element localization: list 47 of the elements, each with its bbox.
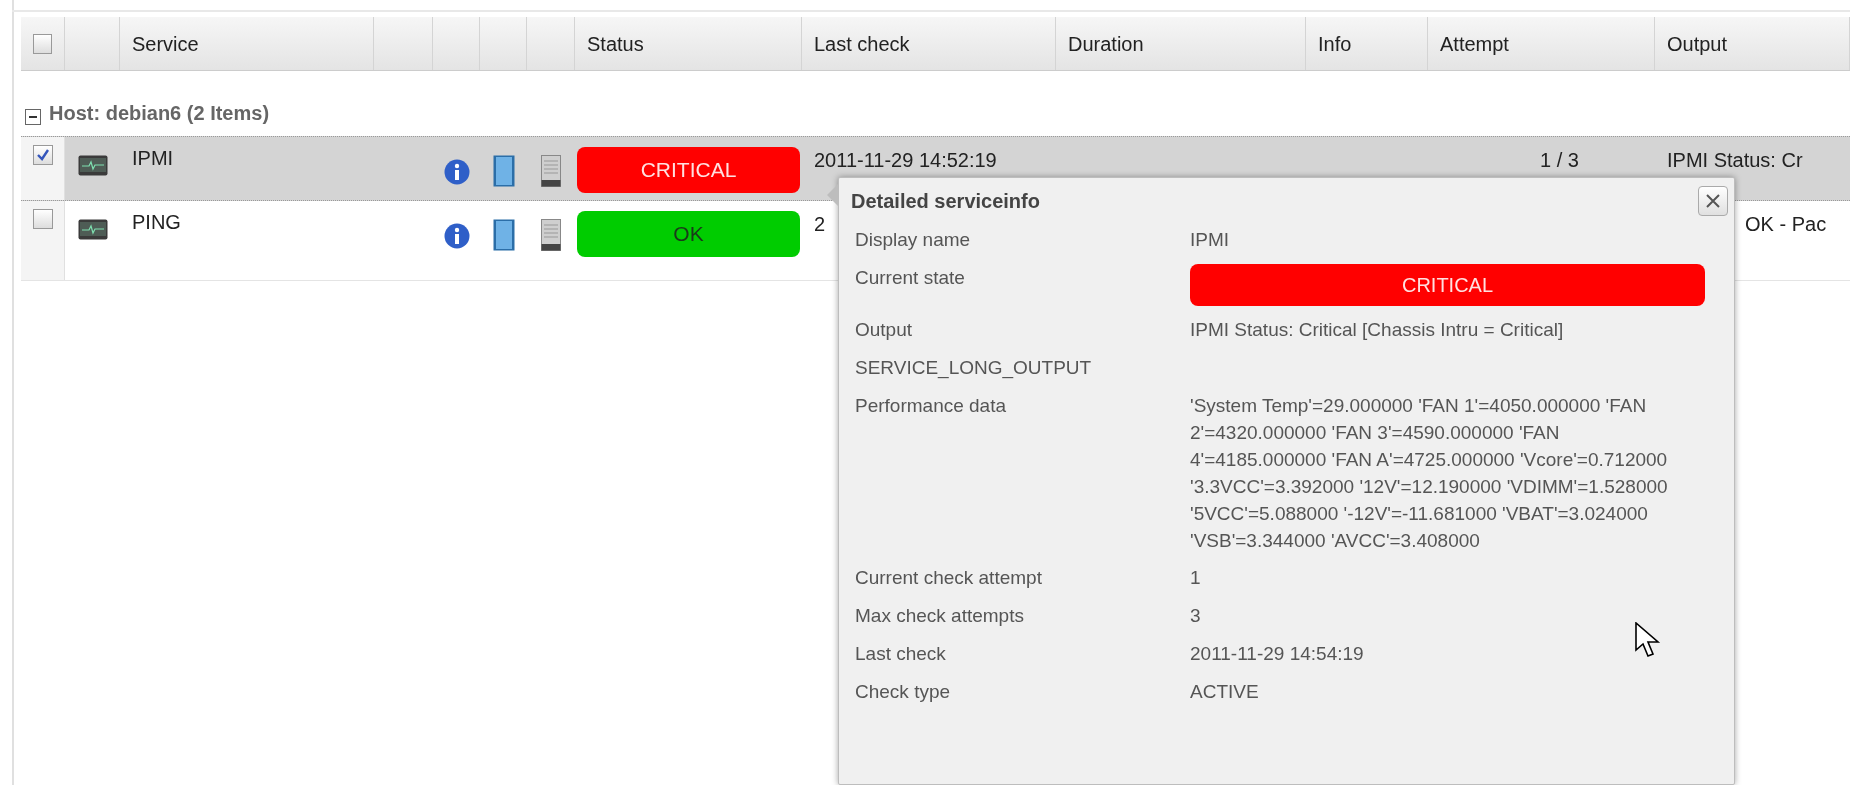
column-header[interactable]: Duration — [1056, 17, 1306, 70]
server-icon[interactable] — [541, 219, 561, 251]
last-check: 2 — [814, 213, 826, 235]
book-icon[interactable] — [492, 219, 515, 251]
close-button[interactable] — [1698, 186, 1728, 216]
book-icon[interactable] — [492, 155, 515, 187]
status-badge: CRITICAL — [577, 147, 800, 193]
field-value: 1 — [1190, 566, 1202, 590]
info-icon[interactable] — [443, 159, 470, 185]
service-name[interactable]: PING — [132, 211, 181, 233]
info-icon[interactable] — [443, 223, 470, 249]
field-value: ACTIVE — [1190, 680, 1260, 704]
column-header[interactable]: Info — [1306, 17, 1428, 70]
field-value: 2011-11-29 14:54:19 — [1190, 642, 1365, 666]
group-label: Host: debian6 (2 Items) — [49, 101, 270, 126]
column-header[interactable]: Output — [1655, 17, 1850, 70]
service-name[interactable]: IPMI — [132, 147, 174, 169]
checkbox[interactable] — [32, 209, 53, 229]
field-label: Performance data — [855, 394, 1008, 418]
field-value: IPMI Status: Critical [Chassis Intru = Critical] — [1190, 318, 1565, 342]
field-label: SERVICE_LONG_OUTPUT — [855, 356, 1093, 381]
field-label: Last check — [855, 642, 947, 666]
status-badge: CRITICAL — [1190, 264, 1705, 306]
attempt-value: 1 / 3 — [1540, 149, 1579, 171]
output-text: OK - Pac — [1745, 213, 1827, 235]
server-icon[interactable] — [541, 155, 561, 187]
last-check: 2011-11-29 14:52:19 — [814, 149, 997, 171]
column-header[interactable]: Last check — [802, 17, 1056, 70]
field-value: 'System Temp'=29.000000 'FAN 1'=4050.000000 'FAN 2'=4320.000000 'FAN 3'=4590.000000 'FAN 4'=4185.000000 'FAN A'=4725.000000 'Vcore'=0.712000 '3.3VCC'=3.392000 '12V'=12.190000 'VDIMM'=1.528000 '5VCC'=5.088000 '-12V'=-11.681000 'VBAT'=3.024000 'VSB'=3.344000 'AVCC'=3.408000 — [1190, 394, 1669, 553]
field-label: Check type — [855, 680, 952, 704]
column-header[interactable]: Service — [120, 17, 374, 70]
mouse-cursor-icon — [1635, 622, 1661, 658]
field-label: Display name — [855, 228, 972, 252]
monitor-icon — [77, 219, 108, 241]
column-header[interactable]: Attempt — [1428, 17, 1655, 70]
field-label: Output — [855, 318, 914, 342]
checkbox[interactable] — [33, 33, 52, 54]
output-text: IPMI Status: Cr — [1667, 149, 1803, 171]
field-value: IPMI — [1190, 228, 1231, 252]
field-label: Current check attempt — [855, 566, 1043, 590]
status-badge: OK — [577, 211, 800, 257]
field-value: 3 — [1190, 604, 1202, 628]
checkbox[interactable] — [32, 145, 53, 165]
column-header[interactable]: Status — [575, 17, 802, 70]
monitor-icon — [77, 155, 108, 177]
close-icon — [1705, 193, 1721, 209]
field-label: Max check attempts — [855, 604, 1025, 628]
